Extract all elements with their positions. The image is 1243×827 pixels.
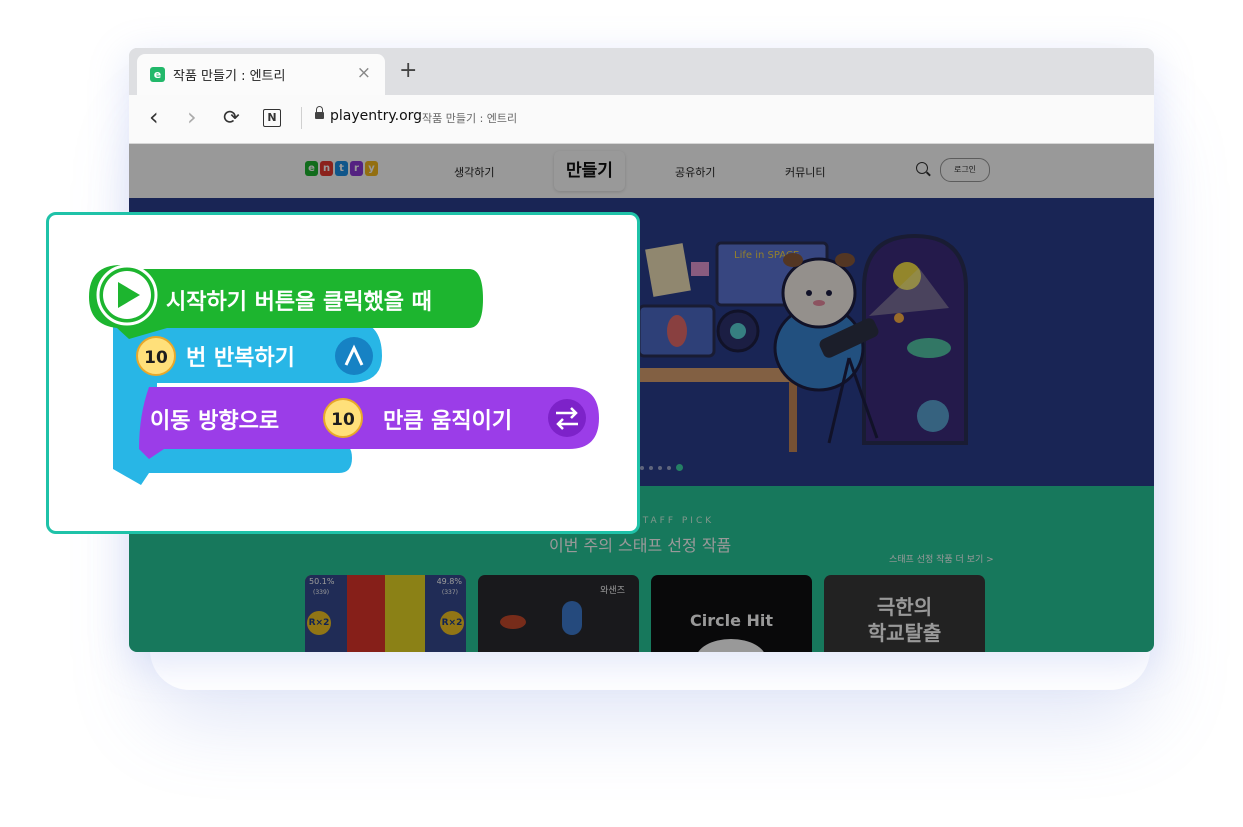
move-prefix-label: 이동 방향으로: [150, 409, 279, 434]
address-domain[interactable]: playentry.org: [330, 108, 422, 124]
reload-icon[interactable]: ⟳: [223, 105, 240, 129]
move-suffix-label: 만큼 움직이기: [383, 409, 512, 434]
code-block-popup: 시작하기 버튼을 클릭했을 때 10 번 반복하기 이동 방향으로 10 만큼 …: [46, 212, 640, 534]
repeat-count[interactable]: 10: [144, 348, 168, 368]
back-icon[interactable]: ‹: [149, 105, 159, 129]
reader-icon[interactable]: N: [263, 109, 281, 127]
close-icon[interactable]: ×: [357, 63, 371, 83]
move-arrows-icon: [548, 399, 586, 437]
toolbar-divider: [301, 107, 302, 129]
browser-tab[interactable]: e 작품 만들기 : 엔트리 ×: [137, 54, 385, 95]
forward-icon[interactable]: ›: [187, 105, 197, 129]
code-blocks: 시작하기 버튼을 클릭했을 때 10 번 반복하기 이동 방향으로 10 만큼 …: [89, 264, 599, 485]
browser-toolbar: ‹ › ⟳ N playentry.org 작품 만들기 : 엔트리: [129, 95, 1154, 144]
new-tab-button[interactable]: +: [399, 58, 417, 83]
move-count[interactable]: 10: [331, 410, 355, 430]
start-block-label: 시작하기 버튼을 클릭했을 때: [166, 290, 432, 315]
repeat-branch-icon: [335, 337, 373, 375]
entry-favicon-icon: e: [150, 67, 165, 82]
tab-title: 작품 만들기 : 엔트리: [173, 69, 286, 84]
repeat-block-label: 번 반복하기: [186, 346, 295, 371]
lock-icon: [315, 106, 324, 119]
tab-bar: e 작품 만들기 : 엔트리 × +: [129, 48, 1154, 95]
address-page-title[interactable]: 작품 만들기 : 엔트리: [422, 110, 517, 126]
